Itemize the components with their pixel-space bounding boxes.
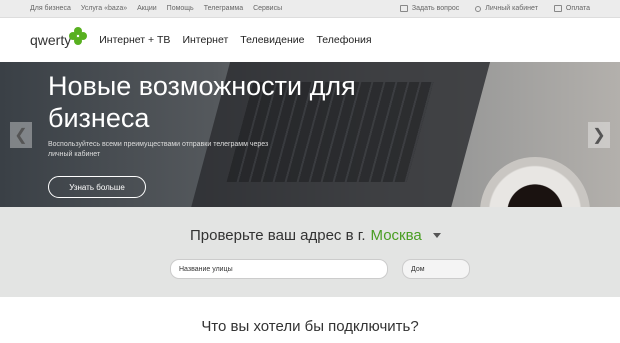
top-link-telegram[interactable]: Телеграмма xyxy=(204,5,243,12)
cabinet-label: Личный кабинет xyxy=(485,5,538,12)
address-check-section: Проверьте ваш адрес в г. Москва Название… xyxy=(0,207,620,297)
address-question-text: Проверьте ваш адрес в г. xyxy=(190,227,366,244)
logo-text: qwerty xyxy=(30,32,72,48)
city-selector[interactable]: Москва xyxy=(371,227,422,244)
user-icon xyxy=(475,5,482,12)
top-link-help[interactable]: Помощь xyxy=(167,5,194,12)
top-link-baza[interactable]: Услуга «baza» xyxy=(81,5,127,12)
ask-question-link[interactable]: Задать вопрос xyxy=(399,5,460,12)
ask-question-label: Задать вопрос xyxy=(411,5,460,12)
cabinet-link[interactable]: Личный кабинет xyxy=(475,5,538,12)
nav-internet-tv[interactable]: Интернет + ТВ xyxy=(99,34,170,46)
street-input[interactable]: Название улицы xyxy=(170,259,388,279)
top-link-services[interactable]: Сервисы xyxy=(253,5,282,12)
top-link-business[interactable]: Для бизнеса xyxy=(30,5,71,12)
clover-icon xyxy=(69,27,88,45)
pay-label: Оплата xyxy=(565,5,590,12)
pay-link[interactable]: Оплата xyxy=(553,5,590,12)
chevron-down-icon[interactable] xyxy=(432,233,441,238)
top-link-promos[interactable]: Акции xyxy=(137,5,157,12)
chat-icon xyxy=(399,5,408,12)
wallet-icon xyxy=(553,5,562,12)
hero-text: Воспользуйтесь всеми преимуществами отпр… xyxy=(48,141,269,158)
coffee-cup-image xyxy=(480,157,590,207)
next-slide-arrow-icon[interactable]: ❯ xyxy=(588,122,610,148)
main-nav: qwerty Интернет + ТВ Интернет Телевидени… xyxy=(0,18,620,62)
prev-slide-arrow-icon[interactable]: ❮ xyxy=(10,122,32,148)
address-question: Проверьте ваш адрес в г. Москва xyxy=(190,227,441,244)
nav-telephony[interactable]: Телефония xyxy=(316,34,371,46)
house-input[interactable]: Дом xyxy=(402,259,470,279)
top-bar: Для бизнеса Услуга «baza» Акции Помощь Т… xyxy=(0,0,620,18)
logo[interactable]: qwerty xyxy=(30,27,88,49)
connect-question: Что вы хотели бы подключить? xyxy=(201,318,419,335)
hero-banner: Новые возможности для бизнеса Воспользуй… xyxy=(0,62,620,207)
hero-title: Новые возможности для бизнеса xyxy=(48,71,356,133)
top-links: Для бизнеса Услуга «baza» Акции Помощь Т… xyxy=(30,5,282,12)
nav-tv[interactable]: Телевидение xyxy=(240,34,304,46)
nav-internet[interactable]: Интернет xyxy=(182,34,228,46)
learn-more-button[interactable]: Узнать больше xyxy=(48,176,146,198)
